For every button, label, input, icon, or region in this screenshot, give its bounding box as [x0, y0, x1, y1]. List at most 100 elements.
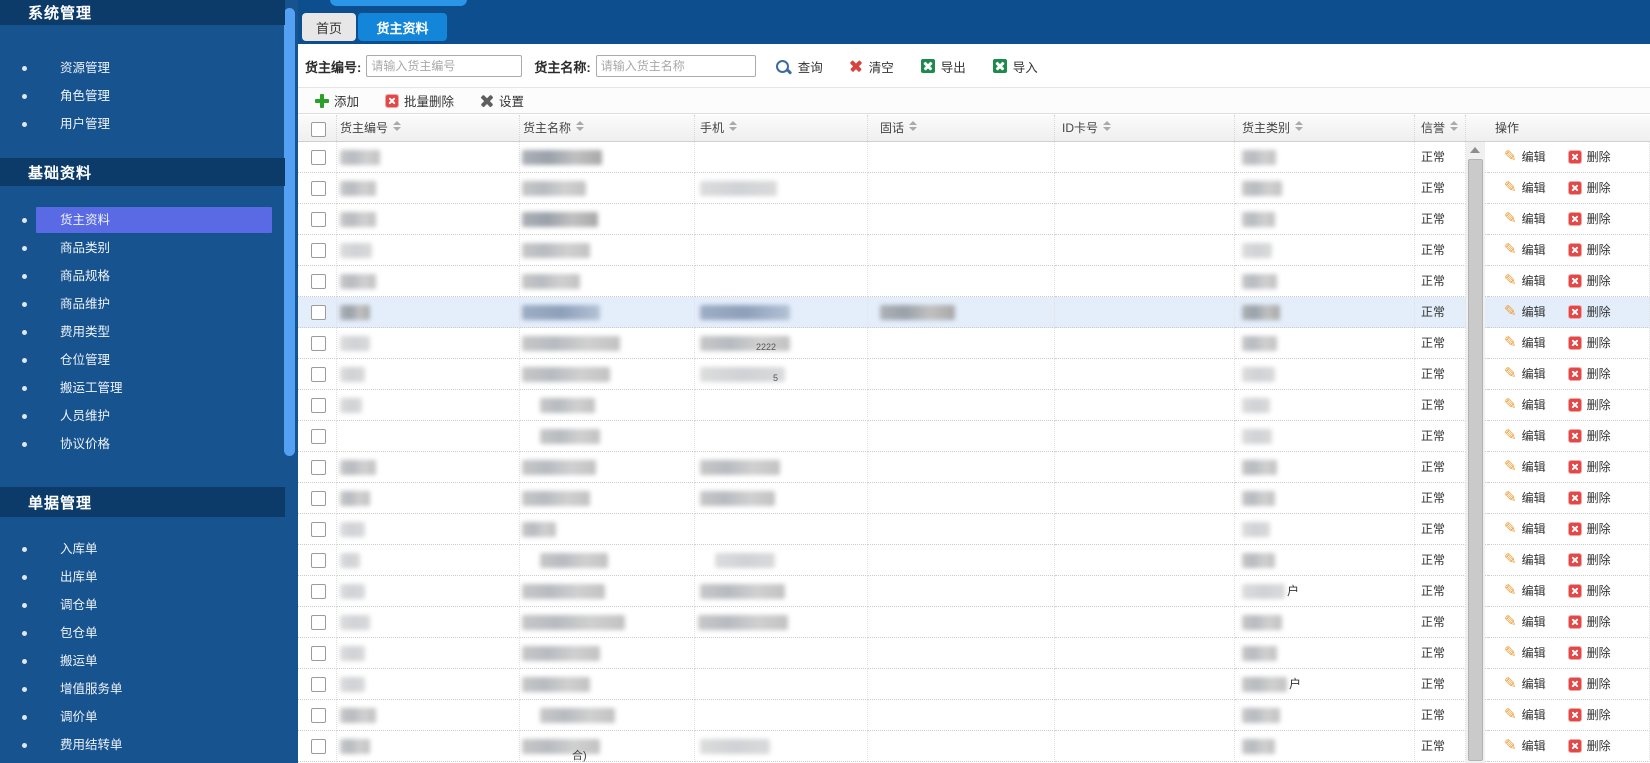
row-checkbox[interactable] [311, 584, 326, 599]
row-checkbox[interactable] [311, 305, 326, 320]
table-row[interactable]: 户 正常 ✎ 编辑 删除 [298, 576, 1650, 607]
delete-button[interactable]: 删除 [1567, 545, 1611, 575]
delete-button[interactable]: 删除 [1567, 700, 1611, 730]
delete-button[interactable]: 删除 [1567, 607, 1611, 637]
sidebar-item-商品类别[interactable]: 商品类别 [0, 234, 285, 262]
delete-button[interactable]: 删除 [1567, 483, 1611, 513]
delete-button[interactable]: 删除 [1567, 638, 1611, 668]
edit-button[interactable]: ✎ 编辑 [1504, 235, 1546, 265]
row-checkbox[interactable] [311, 739, 326, 754]
search-input-0[interactable] [366, 55, 523, 77]
row-checkbox[interactable] [311, 522, 326, 537]
sidebar-item-调价单[interactable]: 调价单 [0, 703, 285, 731]
table-row[interactable]: 正常 ✎ 编辑 删除 [298, 390, 1650, 421]
sidebar-item-协议价格[interactable]: 协议价格 [0, 430, 285, 458]
row-checkbox[interactable] [311, 367, 326, 382]
sidebar-item-仓位管理[interactable]: 仓位管理 [0, 346, 285, 374]
delete-button[interactable]: 删除 [1567, 421, 1611, 451]
table-row[interactable]: 正常 ✎ 编辑 删除 [298, 452, 1650, 483]
批量删除-button[interactable]: 批量删除 [385, 91, 454, 110]
查询-button[interactable]: 查询 [775, 57, 823, 76]
table-row[interactable]: 正常 ✎ 编辑 删除 [298, 266, 1650, 297]
edit-button[interactable]: ✎ 编辑 [1504, 328, 1546, 358]
column-header-信誉[interactable]: 信誉 [1415, 115, 1466, 141]
delete-button[interactable]: 删除 [1567, 669, 1611, 699]
row-checkbox[interactable] [311, 460, 326, 475]
table-row[interactable]: 2222 正常 ✎ 编辑 删除 [298, 328, 1650, 359]
table-row[interactable]: 正常 ✎ 编辑 删除 [298, 638, 1650, 669]
delete-button[interactable]: 删除 [1567, 266, 1611, 296]
edit-button[interactable]: ✎ 编辑 [1504, 452, 1546, 482]
sidebar-item-费用类型[interactable]: 费用类型 [0, 318, 285, 346]
delete-button[interactable]: 删除 [1567, 514, 1611, 544]
sidebar-item-商品规格[interactable]: 商品规格 [0, 262, 285, 290]
sidebar-item-商品维护[interactable]: 商品维护 [0, 290, 285, 318]
table-row[interactable]: 正常 ✎ 编辑 删除 [298, 421, 1650, 452]
sidebar-item-出库单[interactable]: 出库单 [0, 563, 285, 591]
sidebar-item-费用结转单[interactable]: 费用结转单 [0, 731, 285, 759]
delete-button[interactable]: 删除 [1567, 173, 1611, 203]
delete-button[interactable]: 删除 [1567, 235, 1611, 265]
table-scrollbar-thumb[interactable] [1468, 159, 1483, 761]
column-header-货主编号[interactable]: 货主编号 [337, 115, 520, 141]
table-scrollbar[interactable] [1466, 142, 1485, 763]
edit-button[interactable]: ✎ 编辑 [1504, 266, 1546, 296]
table-row[interactable]: 正常 ✎ 编辑 删除 [298, 514, 1650, 545]
添加-button[interactable]: 添加 [315, 91, 359, 110]
edit-button[interactable]: ✎ 编辑 [1504, 359, 1546, 389]
edit-button[interactable]: ✎ 编辑 [1504, 142, 1546, 172]
sidebar-item-调仓单[interactable]: 调仓单 [0, 591, 285, 619]
edit-button[interactable]: ✎ 编辑 [1504, 545, 1546, 575]
delete-button[interactable]: 删除 [1567, 297, 1611, 327]
edit-button[interactable]: ✎ 编辑 [1504, 297, 1546, 327]
row-checkbox[interactable] [311, 491, 326, 506]
row-checkbox[interactable] [311, 429, 326, 444]
table-row[interactable]: 正常 ✎ 编辑 删除 [298, 700, 1650, 731]
row-checkbox[interactable] [311, 336, 326, 351]
scroll-up-arrow-icon[interactable] [1466, 142, 1485, 158]
column-header-货主类别[interactable]: 货主类别 [1235, 115, 1415, 141]
delete-button[interactable]: 删除 [1567, 576, 1611, 606]
sidebar-item-入库单[interactable]: 入库单 [0, 535, 285, 563]
delete-button[interactable]: 删除 [1567, 390, 1611, 420]
table-row[interactable]: 正常 ✎ 编辑 删除 [298, 545, 1650, 576]
row-checkbox[interactable] [311, 212, 326, 227]
edit-button[interactable]: ✎ 编辑 [1504, 607, 1546, 637]
delete-button[interactable]: 删除 [1567, 359, 1611, 389]
sidebar-item-资源管理[interactable]: 资源管理 [0, 54, 285, 82]
edit-button[interactable]: ✎ 编辑 [1504, 576, 1546, 606]
table-row[interactable]: 正常 ✎ 编辑 删除 [298, 142, 1650, 173]
导出-button[interactable]: 导出 [920, 57, 966, 76]
delete-button[interactable]: 删除 [1567, 204, 1611, 234]
edit-button[interactable]: ✎ 编辑 [1504, 483, 1546, 513]
search-input-1[interactable] [595, 55, 756, 77]
sidebar-item-角色管理[interactable]: 角色管理 [0, 82, 285, 110]
column-header-ID卡号[interactable]: ID卡号 [1055, 115, 1235, 141]
table-row[interactable]: 正常 ✎ 编辑 删除 [298, 235, 1650, 266]
设置-button[interactable]: 设置 [480, 91, 524, 110]
edit-button[interactable]: ✎ 编辑 [1504, 638, 1546, 668]
table-row[interactable]: 正常 ✎ 编辑 删除 [298, 173, 1650, 204]
edit-button[interactable]: ✎ 编辑 [1504, 173, 1546, 203]
row-checkbox[interactable] [311, 646, 326, 661]
column-header-固话[interactable]: 固话 [868, 115, 1055, 141]
sidebar-item-增值服务单[interactable]: 增值服务单 [0, 675, 285, 703]
table-row[interactable]: 正常 ✎ 编辑 删除 [298, 483, 1650, 514]
edit-button[interactable]: ✎ 编辑 [1504, 421, 1546, 451]
delete-button[interactable]: 删除 [1567, 452, 1611, 482]
row-checkbox[interactable] [311, 243, 326, 258]
table-row[interactable]: 正常 ✎ 编辑 删除 [298, 204, 1650, 235]
select-all-checkbox[interactable] [311, 122, 326, 137]
row-checkbox[interactable] [311, 398, 326, 413]
delete-button[interactable]: 删除 [1567, 731, 1611, 761]
row-checkbox[interactable] [311, 677, 326, 692]
edit-button[interactable]: ✎ 编辑 [1504, 514, 1546, 544]
edit-button[interactable]: ✎ 编辑 [1504, 731, 1546, 761]
row-checkbox[interactable] [311, 274, 326, 289]
delete-button[interactable]: 删除 [1567, 328, 1611, 358]
delete-button[interactable]: 删除 [1567, 142, 1611, 172]
tab-货主资料[interactable]: 货主资料 [358, 13, 447, 41]
sidebar-scrollbar-thumb[interactable] [284, 8, 295, 456]
sidebar-item-人员维护[interactable]: 人员维护 [0, 402, 285, 430]
sidebar-item-包仓单[interactable]: 包仓单 [0, 619, 285, 647]
